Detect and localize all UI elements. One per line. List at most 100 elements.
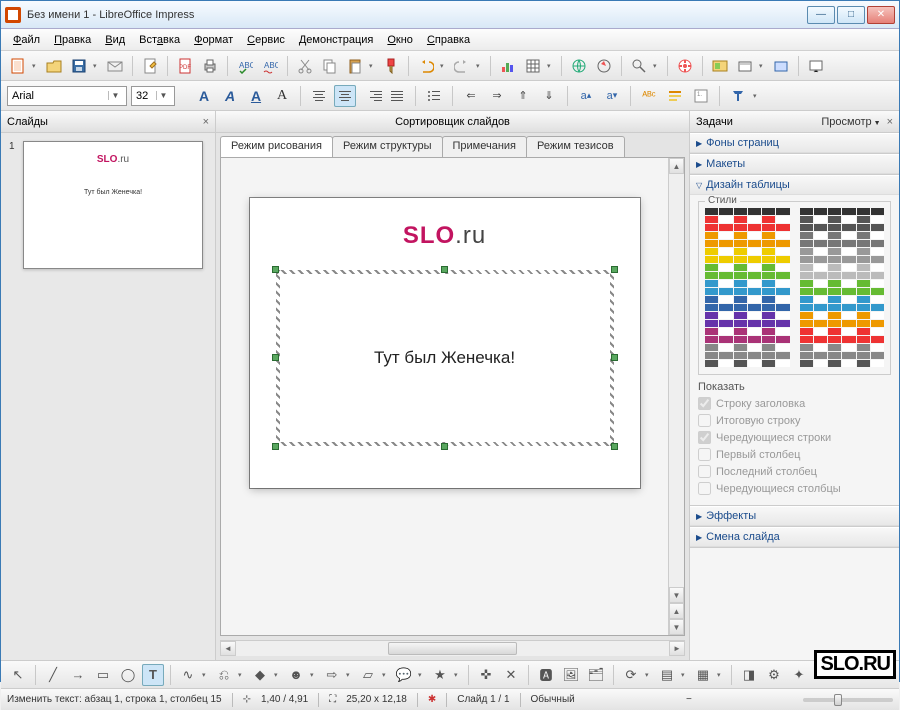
flowchart-icon[interactable]: ▱ (357, 664, 379, 686)
menu-Вид[interactable]: Вид (99, 32, 131, 48)
grow-font-button[interactable] (727, 85, 749, 107)
resize-handle[interactable] (611, 443, 618, 450)
zoom-out-icon[interactable]: − (686, 694, 692, 705)
bullets-button[interactable] (423, 85, 445, 107)
minimize-button[interactable]: — (807, 6, 835, 24)
menu-Файл[interactable]: Файл (7, 32, 46, 48)
numbering-dialog-button[interactable]: 1. (690, 85, 712, 107)
hyperlink-icon[interactable] (568, 55, 590, 77)
check-Последний столбец[interactable]: Последний столбец (698, 465, 891, 478)
menu-Сервис[interactable]: Сервис (241, 32, 291, 48)
align-icon[interactable]: ▤ (656, 664, 678, 686)
mail-icon[interactable] (104, 55, 126, 77)
redo-icon[interactable] (451, 55, 473, 77)
section-table-design[interactable]: ▽Дизайн таблицы (690, 175, 899, 195)
connector-tool-icon[interactable]: ⎌ (213, 664, 235, 686)
text-tool-icon[interactable]: T (142, 664, 164, 686)
promote-button[interactable]: ⇐ (460, 85, 482, 107)
block-arrows-icon[interactable]: ⇨ (321, 664, 343, 686)
resize-handle[interactable] (611, 354, 618, 361)
zoom-icon[interactable] (628, 55, 650, 77)
align-right-button[interactable] (360, 85, 382, 107)
font-name-combo[interactable]: Arial▼ (7, 86, 127, 106)
section-transition[interactable]: ▶Смена слайда (690, 527, 899, 547)
points-tool-icon[interactable]: ✜ (475, 664, 497, 686)
canvas-scroll[interactable]: SLO.ru Тут был Женечка! (221, 158, 668, 635)
help-icon[interactable] (674, 55, 696, 77)
gallery-icon[interactable]: 🗂 (585, 664, 607, 686)
resize-handle[interactable] (611, 266, 618, 273)
tab-Режим рисования[interactable]: Режим рисования (220, 136, 333, 157)
spellcheck-icon[interactable]: ABC (234, 55, 256, 77)
check-Первый столбец[interactable]: Первый столбец (698, 448, 891, 461)
menu-Демонстрация[interactable]: Демонстрация (293, 32, 380, 48)
check-Чередующиеся столбцы[interactable]: Чередующиеся столбцы (698, 482, 891, 495)
basic-shapes-icon[interactable]: ◆ (249, 664, 271, 686)
font-color-button[interactable]: A (271, 85, 293, 107)
vertical-scrollbar[interactable]: ▲▼▲▼ (668, 158, 684, 635)
new-doc-icon[interactable] (7, 55, 29, 77)
arrange-icon[interactable]: ▦ (692, 664, 714, 686)
move-up-button[interactable]: ⇑ (512, 85, 534, 107)
slide-design-icon[interactable] (770, 55, 792, 77)
italic-button[interactable]: A (219, 85, 241, 107)
resize-handle[interactable] (441, 443, 448, 450)
paste-icon[interactable] (344, 55, 366, 77)
callouts-icon[interactable]: 💬 (393, 664, 415, 686)
curve-tool-icon[interactable]: ∿ (177, 664, 199, 686)
section-layouts[interactable]: ▶Макеты (690, 154, 899, 174)
resize-handle[interactable] (272, 354, 279, 361)
format-paintbrush-icon[interactable] (380, 55, 402, 77)
close-icon[interactable]: × (203, 116, 209, 128)
slide-body-text[interactable]: Тут был Женечка! (374, 348, 515, 368)
rotate-icon[interactable]: ⟳ (620, 664, 642, 686)
resize-handle[interactable] (272, 443, 279, 450)
slide-thumbnail[interactable]: 1 SLO.ru Тут был Женечка! (9, 141, 207, 269)
slide-canvas[interactable]: SLO.ru Тут был Женечка! (250, 198, 640, 488)
zoom-slider[interactable] (803, 698, 893, 702)
interaction-icon[interactable]: ⚙ (763, 664, 785, 686)
from-file-icon[interactable]: 🖼 (560, 664, 582, 686)
export-pdf-icon[interactable]: PDF (174, 55, 196, 77)
fontwork-icon[interactable]: 🅰 (535, 664, 557, 686)
glue-points-icon[interactable]: ✕ (500, 664, 522, 686)
section-master-pages[interactable]: ▶Фоны страниц (690, 133, 899, 153)
animation-icon[interactable]: ✦ (788, 664, 810, 686)
chart-icon[interactable] (497, 55, 519, 77)
move-down-button[interactable]: ⇓ (538, 85, 560, 107)
resize-handle[interactable] (272, 266, 279, 273)
gallery-icon[interactable] (709, 55, 731, 77)
undo-icon[interactable] (415, 55, 437, 77)
edit-doc-icon[interactable] (139, 55, 161, 77)
auto-spellcheck-icon[interactable]: ABC (259, 55, 281, 77)
superscript-button[interactable]: a▴ (575, 85, 597, 107)
extrusion-icon[interactable]: ◨ (738, 664, 760, 686)
subscript-button[interactable]: a▾ (601, 85, 623, 107)
ellipse-tool-icon[interactable]: ◯ (117, 664, 139, 686)
font-size-combo[interactable]: 32▼ (131, 86, 175, 106)
save-icon[interactable] (68, 55, 90, 77)
menu-Правка[interactable]: Правка (48, 32, 97, 48)
slide-title[interactable]: SLO.ru (274, 222, 616, 250)
tab-Режим структуры[interactable]: Режим структуры (332, 136, 443, 157)
line-tool-icon[interactable]: ╱ (42, 664, 64, 686)
resize-handle[interactable] (441, 266, 448, 273)
slide-layout-icon[interactable] (734, 55, 756, 77)
print-icon[interactable] (199, 55, 221, 77)
cut-icon[interactable] (294, 55, 316, 77)
underline-button[interactable]: A (245, 85, 267, 107)
align-center-button[interactable] (334, 85, 356, 107)
menu-Окно[interactable]: Окно (381, 32, 419, 48)
para-dialog-button[interactable] (664, 85, 686, 107)
horizontal-scrollbar[interactable]: ◄► (220, 640, 685, 656)
align-left-button[interactable] (308, 85, 330, 107)
close-icon[interactable]: × (887, 116, 893, 128)
tab-Примечания[interactable]: Примечания (442, 136, 528, 157)
table-styles-grid[interactable] (705, 208, 884, 368)
align-justify-button[interactable] (386, 85, 408, 107)
close-button[interactable]: ✕ (867, 6, 895, 24)
check-Строку заголовка[interactable]: Строку заголовка (698, 397, 891, 410)
menu-Справка[interactable]: Справка (421, 32, 476, 48)
tab-Режим тезисов[interactable]: Режим тезисов (526, 136, 625, 157)
menu-Формат[interactable]: Формат (188, 32, 239, 48)
